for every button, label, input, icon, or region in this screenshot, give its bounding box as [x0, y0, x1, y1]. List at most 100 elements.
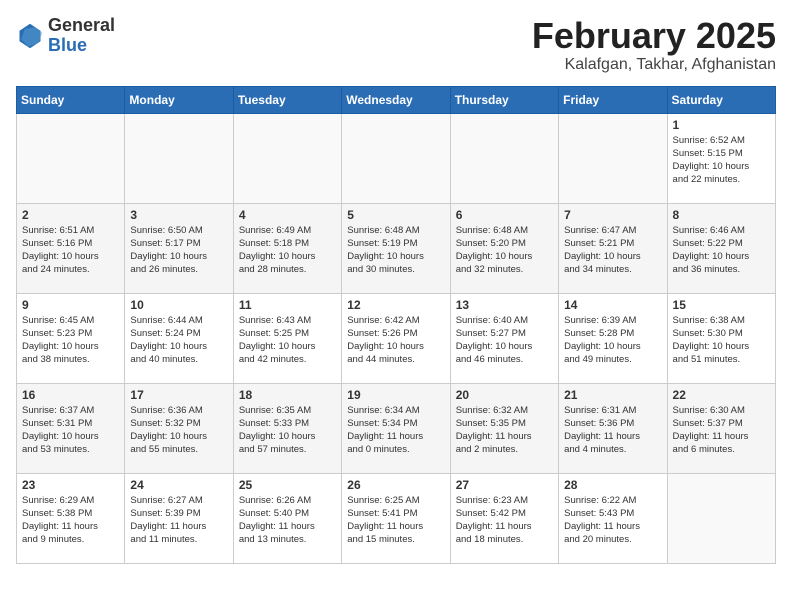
logo-icon — [16, 22, 44, 50]
day-info: Sunrise: 6:52 AM Sunset: 5:15 PM Dayligh… — [673, 134, 770, 187]
calendar-cell: 15 Sunrise: 6:38 AM Sunset: 5:30 PM Dayli… — [667, 293, 775, 383]
day-info: Sunrise: 6:37 AM Sunset: 5:31 PM Dayligh… — [22, 404, 119, 457]
calendar-header-row: SundayMondayTuesdayWednesdayThursdayFrid… — [17, 86, 776, 113]
day-info: Sunrise: 6:47 AM Sunset: 5:21 PM Dayligh… — [564, 224, 661, 277]
calendar-cell: 2 Sunrise: 6:51 AM Sunset: 5:16 PM Daylig… — [17, 203, 125, 293]
day-header-wednesday: Wednesday — [342, 86, 450, 113]
day-number: 10 — [130, 298, 227, 312]
day-info: Sunrise: 6:34 AM Sunset: 5:34 PM Dayligh… — [347, 404, 444, 457]
calendar-cell: 26Sunrise: 6:25 AM Sunset: 5:41 PM Dayli… — [342, 473, 450, 563]
calendar-cell — [342, 113, 450, 203]
day-header-monday: Monday — [125, 86, 233, 113]
calendar-cell: 25Sunrise: 6:26 AM Sunset: 5:40 PM Dayli… — [233, 473, 341, 563]
calendar-cell — [17, 113, 125, 203]
calendar-week-row: 16 Sunrise: 6:37 AM Sunset: 5:31 PM Dayli… — [17, 383, 776, 473]
calendar-cell — [233, 113, 341, 203]
day-info: Sunrise: 6:30 AM Sunset: 5:37 PM Dayligh… — [673, 404, 770, 457]
calendar-cell: 24 Sunrise: 6:27 AM Sunset: 5:39 PM Dayli… — [125, 473, 233, 563]
day-number: 28 — [564, 478, 661, 492]
calendar-table: SundayMondayTuesdayWednesdayThursdayFrid… — [16, 86, 776, 564]
day-number: 21 — [564, 388, 661, 402]
day-info: Sunrise: 6:27 AM Sunset: 5:39 PM Dayligh… — [130, 494, 227, 547]
day-info: Sunrise: 6:31 AM Sunset: 5:36 PM Dayligh… — [564, 404, 661, 457]
day-info: Sunrise: 6:22 AM Sunset: 5:43 PM Dayligh… — [564, 494, 661, 547]
calendar-week-row: 9 Sunrise: 6:45 AM Sunset: 5:23 PM Daylig… — [17, 293, 776, 383]
day-info: Sunrise: 6:39 AM Sunset: 5:28 PM Dayligh… — [564, 314, 661, 367]
day-number: 24 — [130, 478, 227, 492]
calendar-cell: 22 Sunrise: 6:30 AM Sunset: 5:37 PM Dayli… — [667, 383, 775, 473]
calendar-cell — [450, 113, 558, 203]
day-number: 4 — [239, 208, 336, 222]
calendar-cell: 9 Sunrise: 6:45 AM Sunset: 5:23 PM Daylig… — [17, 293, 125, 383]
calendar-week-row: 1 Sunrise: 6:52 AM Sunset: 5:15 PM Daylig… — [17, 113, 776, 203]
day-info: Sunrise: 6:36 AM Sunset: 5:32 PM Dayligh… — [130, 404, 227, 457]
day-number: 6 — [456, 208, 553, 222]
calendar-cell: 3 Sunrise: 6:50 AM Sunset: 5:17 PM Daylig… — [125, 203, 233, 293]
day-header-sunday: Sunday — [17, 86, 125, 113]
day-info: Sunrise: 6:45 AM Sunset: 5:23 PM Dayligh… — [22, 314, 119, 367]
day-info: Sunrise: 6:35 AM Sunset: 5:33 PM Dayligh… — [239, 404, 336, 457]
day-number: 12 — [347, 298, 444, 312]
day-info: Sunrise: 6:46 AM Sunset: 5:22 PM Dayligh… — [673, 224, 770, 277]
day-header-saturday: Saturday — [667, 86, 775, 113]
day-number: 19 — [347, 388, 444, 402]
calendar-cell — [559, 113, 667, 203]
day-header-friday: Friday — [559, 86, 667, 113]
day-info: Sunrise: 6:38 AM Sunset: 5:30 PM Dayligh… — [673, 314, 770, 367]
calendar-cell: 18Sunrise: 6:35 AM Sunset: 5:33 PM Dayli… — [233, 383, 341, 473]
day-number: 1 — [673, 118, 770, 132]
month-title: February 2025 — [532, 16, 776, 56]
calendar-cell: 8 Sunrise: 6:46 AM Sunset: 5:22 PM Daylig… — [667, 203, 775, 293]
logo-blue-text: Blue — [48, 35, 87, 55]
day-number: 15 — [673, 298, 770, 312]
day-info: Sunrise: 6:48 AM Sunset: 5:19 PM Dayligh… — [347, 224, 444, 277]
day-info: Sunrise: 6:51 AM Sunset: 5:16 PM Dayligh… — [22, 224, 119, 277]
calendar-cell: 7 Sunrise: 6:47 AM Sunset: 5:21 PM Daylig… — [559, 203, 667, 293]
day-info: Sunrise: 6:32 AM Sunset: 5:35 PM Dayligh… — [456, 404, 553, 457]
calendar-cell — [667, 473, 775, 563]
calendar-cell: 4 Sunrise: 6:49 AM Sunset: 5:18 PM Daylig… — [233, 203, 341, 293]
day-number: 5 — [347, 208, 444, 222]
location-title: Kalafgan, Takhar, Afghanistan — [532, 56, 776, 74]
calendar-cell: 5 Sunrise: 6:48 AM Sunset: 5:19 PM Daylig… — [342, 203, 450, 293]
day-number: 22 — [673, 388, 770, 402]
day-number: 2 — [22, 208, 119, 222]
day-number: 14 — [564, 298, 661, 312]
calendar-cell: 14 Sunrise: 6:39 AM Sunset: 5:28 PM Dayli… — [559, 293, 667, 383]
logo-general-text: General — [48, 15, 115, 35]
day-header-tuesday: Tuesday — [233, 86, 341, 113]
day-number: 13 — [456, 298, 553, 312]
calendar-cell: 23 Sunrise: 6:29 AM Sunset: 5:38 PM Dayli… — [17, 473, 125, 563]
calendar-cell: 12 Sunrise: 6:42 AM Sunset: 5:26 PM Dayli… — [342, 293, 450, 383]
day-info: Sunrise: 6:42 AM Sunset: 5:26 PM Dayligh… — [347, 314, 444, 367]
day-info: Sunrise: 6:49 AM Sunset: 5:18 PM Dayligh… — [239, 224, 336, 277]
day-number: 7 — [564, 208, 661, 222]
calendar-cell — [125, 113, 233, 203]
day-number: 8 — [673, 208, 770, 222]
day-number: 11 — [239, 298, 336, 312]
calendar-cell: 28 Sunrise: 6:22 AM Sunset: 5:43 PM Dayli… — [559, 473, 667, 563]
header: General Blue February 2025 Kalafgan, Tak… — [16, 16, 776, 74]
day-number: 3 — [130, 208, 227, 222]
day-number: 17 — [130, 388, 227, 402]
calendar-week-row: 2 Sunrise: 6:51 AM Sunset: 5:16 PM Daylig… — [17, 203, 776, 293]
calendar-cell: 13 Sunrise: 6:40 AM Sunset: 5:27 PM Dayli… — [450, 293, 558, 383]
day-number: 25 — [239, 478, 336, 492]
day-info: Sunrise: 6:40 AM Sunset: 5:27 PM Dayligh… — [456, 314, 553, 367]
day-header-thursday: Thursday — [450, 86, 558, 113]
calendar-cell: 1 Sunrise: 6:52 AM Sunset: 5:15 PM Daylig… — [667, 113, 775, 203]
title-area: February 2025 Kalafgan, Takhar, Afghanis… — [532, 16, 776, 74]
day-info: Sunrise: 6:50 AM Sunset: 5:17 PM Dayligh… — [130, 224, 227, 277]
day-info: Sunrise: 6:29 AM Sunset: 5:38 PM Dayligh… — [22, 494, 119, 547]
calendar-week-row: 23 Sunrise: 6:29 AM Sunset: 5:38 PM Dayli… — [17, 473, 776, 563]
calendar-cell: 16 Sunrise: 6:37 AM Sunset: 5:31 PM Dayli… — [17, 383, 125, 473]
day-number: 23 — [22, 478, 119, 492]
day-number: 16 — [22, 388, 119, 402]
day-info: Sunrise: 6:23 AM Sunset: 5:42 PM Dayligh… — [456, 494, 553, 547]
calendar-cell: 19 Sunrise: 6:34 AM Sunset: 5:34 PM Dayli… — [342, 383, 450, 473]
day-info: Sunrise: 6:25 AM Sunset: 5:41 PM Dayligh… — [347, 494, 444, 547]
day-info: Sunrise: 6:44 AM Sunset: 5:24 PM Dayligh… — [130, 314, 227, 367]
calendar-cell: 21 Sunrise: 6:31 AM Sunset: 5:36 PM Dayli… — [559, 383, 667, 473]
day-number: 9 — [22, 298, 119, 312]
calendar-cell: 10 Sunrise: 6:44 AM Sunset: 5:24 PM Dayli… — [125, 293, 233, 383]
